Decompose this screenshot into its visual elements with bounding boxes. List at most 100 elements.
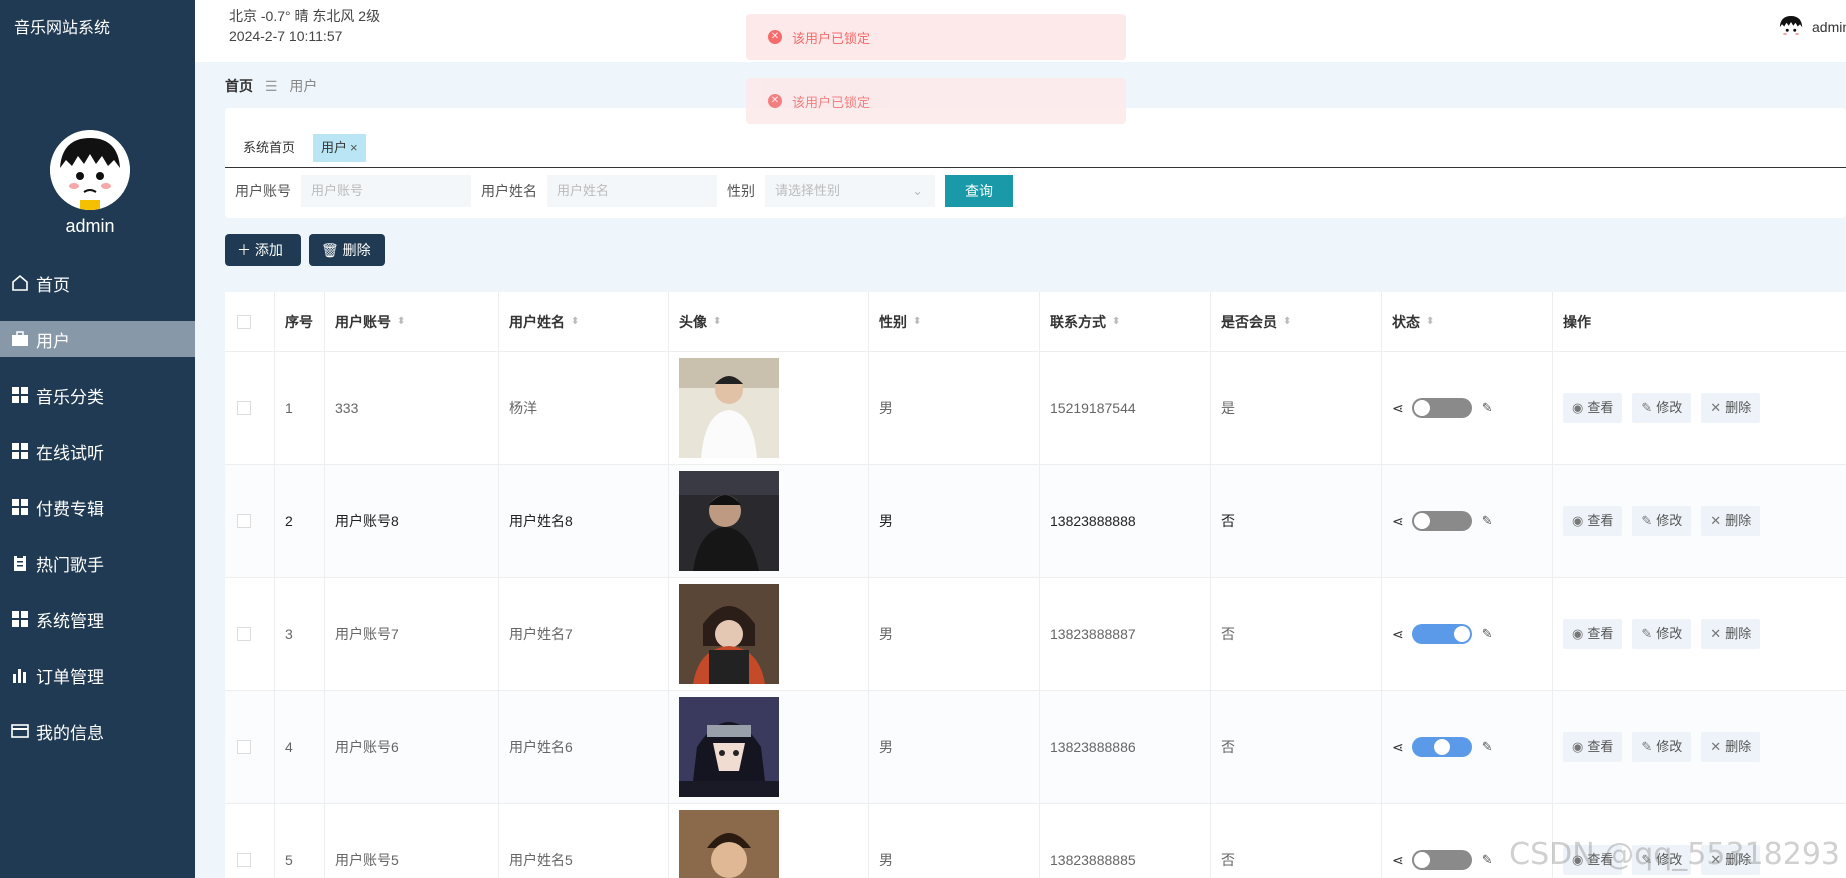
tab-system-home[interactable]: 系统首页: [235, 134, 303, 162]
edit-button[interactable]: ✎ 修改: [1632, 393, 1692, 423]
cell-index: 2: [275, 465, 325, 577]
edit-button[interactable]: ✎ 修改: [1632, 619, 1692, 649]
cell-member: 否: [1211, 804, 1382, 878]
sort-icon[interactable]: ⬍: [397, 316, 405, 327]
sidebar-item-paid-album[interactable]: 付费专辑: [0, 489, 195, 525]
account-input[interactable]: 用户账号: [301, 175, 471, 207]
user-avatar-image[interactable]: [679, 471, 779, 571]
view-button[interactable]: ◉ 查看: [1563, 619, 1623, 649]
row-checkbox[interactable]: [237, 401, 251, 415]
status-controls: ⋖ ✎: [1392, 624, 1493, 644]
table-row[interactable]: 3 用户账号7 用户姓名7 男 13823888887 否 ⋖ ✎ ◉ 查看 ✎ 修…: [225, 578, 1846, 691]
sort-icon[interactable]: ⬍: [1283, 316, 1291, 327]
sidebar-item-online-listen[interactable]: 在线试听: [0, 433, 195, 469]
status-toggle[interactable]: [1411, 737, 1472, 757]
view-label: 查看: [1587, 626, 1614, 641]
status-toggle[interactable]: [1411, 511, 1472, 531]
edit-button[interactable]: ✎ 修改: [1632, 732, 1692, 762]
row-checkbox[interactable]: [237, 853, 251, 867]
user-avatar-image[interactable]: [679, 810, 779, 878]
table-row[interactable]: 1 333 杨洋 男 15219187544 是 ⋖ ✎ ◉ 查看 ✎ 修改 ✕ 删除: [225, 352, 1846, 465]
top-username[interactable]: admin: [1812, 19, 1846, 35]
share-icon[interactable]: ⋖: [1392, 513, 1404, 530]
sidebar-item-users[interactable]: 用户: [0, 321, 195, 357]
cell-gender: 男: [869, 691, 1040, 803]
gender-select[interactable]: 请选择性别 ⌄: [765, 175, 935, 207]
cell-member: 否: [1211, 465, 1382, 577]
share-icon[interactable]: ⋖: [1392, 626, 1404, 643]
edit-pen-icon[interactable]: ✎: [1482, 513, 1493, 529]
user-avatar-image[interactable]: [679, 584, 779, 684]
select-all-checkbox[interactable]: [237, 314, 251, 329]
row-checkbox[interactable]: [237, 514, 251, 528]
header-account[interactable]: 用户账号 ⬍: [325, 292, 499, 351]
view-button[interactable]: ◉ 查看: [1563, 393, 1623, 423]
share-icon[interactable]: ⋖: [1392, 400, 1404, 417]
breadcrumb-home[interactable]: 首页: [225, 78, 253, 94]
status-toggle[interactable]: [1411, 398, 1472, 418]
share-icon[interactable]: ⋖: [1392, 739, 1404, 756]
sort-icon[interactable]: ⬍: [1112, 316, 1120, 327]
table-row[interactable]: 2 用户账号8 用户姓名8 男 13823888888 否 ⋖ ✎ ◉ 查看 ✎ 修…: [225, 465, 1846, 578]
header-name[interactable]: 用户姓名 ⬍: [499, 292, 669, 351]
edit-pen-icon[interactable]: ✎: [1482, 626, 1493, 642]
status-toggle[interactable]: [1411, 850, 1472, 870]
avatar[interactable]: [50, 130, 130, 210]
header-label: 头像: [679, 313, 707, 330]
delete-button[interactable]: 🗑 删除: [309, 234, 385, 266]
edit-pen-icon[interactable]: ✎: [1482, 400, 1493, 416]
header-avatar[interactable]: 头像 ⬍: [669, 292, 869, 351]
row-delete-button[interactable]: ✕ 删除: [1701, 732, 1761, 762]
cell-status: ⋖ ✎: [1382, 352, 1553, 464]
sort-icon[interactable]: ⬍: [1426, 316, 1434, 327]
sidebar-menu: 首页 用户 音乐分类 在线试听 付费专辑 热门歌手 系统管理 订单管理 我的信息: [0, 265, 195, 769]
sort-icon[interactable]: ⬍: [913, 316, 921, 327]
sidebar-item-my-info[interactable]: 我的信息: [0, 713, 195, 749]
row-delete-button[interactable]: ✕ 删除: [1701, 393, 1761, 423]
sidebar-item-home[interactable]: 首页: [0, 265, 195, 301]
row-checkbox[interactable]: [237, 740, 251, 754]
name-label: 用户姓名: [481, 183, 537, 199]
table-row[interactable]: 4 用户账号6 用户姓名6 男 13823888886 否 ⋖ ✎ ◉ 查看 ✎ 修…: [225, 691, 1846, 804]
edit-button[interactable]: ✎ 修改: [1632, 506, 1692, 536]
header-status[interactable]: 状态 ⬍: [1382, 292, 1553, 351]
user-avatar-image[interactable]: [679, 697, 779, 797]
sidebar-item-system-manage[interactable]: 系统管理: [0, 601, 195, 637]
edit-label: 修改: [1656, 400, 1683, 415]
status-controls: ⋖ ✎: [1392, 511, 1493, 531]
sort-icon[interactable]: ⬍: [571, 316, 579, 327]
view-button[interactable]: ◉ 查看: [1563, 732, 1623, 762]
header-gender[interactable]: 性别 ⬍: [869, 292, 1040, 351]
share-icon[interactable]: ⋖: [1392, 852, 1404, 869]
add-button[interactable]: ＋ 添加: [225, 234, 301, 266]
header-phone[interactable]: 联系方式 ⬍: [1040, 292, 1211, 351]
close-icon[interactable]: ×: [350, 140, 358, 155]
row-delete-button[interactable]: ✕ 删除: [1701, 506, 1761, 536]
sort-icon[interactable]: ⬍: [713, 316, 721, 327]
header-member[interactable]: 是否会员 ⬍: [1211, 292, 1382, 351]
user-avatar-image[interactable]: [679, 358, 779, 458]
row-delete-button[interactable]: ✕ 删除: [1701, 619, 1761, 649]
query-button[interactable]: 查询: [945, 175, 1013, 207]
edit-pen-icon[interactable]: ✎: [1482, 739, 1493, 755]
eye-icon: ◉: [1572, 513, 1584, 528]
edit-pen-icon[interactable]: ✎: [1482, 852, 1493, 868]
row-checkbox[interactable]: [237, 627, 251, 641]
status-toggle[interactable]: [1411, 624, 1472, 644]
filter-bar: 用户账号 用户账号 用户姓名 用户姓名 性别 请选择性别 ⌄ 查询: [235, 174, 1013, 208]
sidebar-item-order-manage[interactable]: 订单管理: [0, 657, 195, 693]
error-circle-icon: ✕: [768, 30, 782, 44]
tab-users[interactable]: 用户 ×: [313, 134, 366, 162]
sidebar-item-music-category[interactable]: 音乐分类: [0, 377, 195, 413]
cell-account: 用户账号6: [325, 691, 499, 803]
sidebar-item-hot-singer[interactable]: 热门歌手: [0, 545, 195, 581]
top-avatar[interactable]: [1776, 13, 1806, 43]
weather-text: 北京 -0.7° 晴 东北风 2级: [229, 8, 381, 24]
view-label: 查看: [1587, 513, 1614, 528]
name-input[interactable]: 用户姓名: [547, 175, 717, 207]
cell-status: ⋖ ✎: [1382, 691, 1553, 803]
sidebar-item-label: 我的信息: [36, 723, 104, 743]
view-button[interactable]: ◉ 查看: [1563, 506, 1623, 536]
bar-chart-icon: [10, 665, 30, 685]
close-icon: ✕: [1710, 513, 1722, 528]
